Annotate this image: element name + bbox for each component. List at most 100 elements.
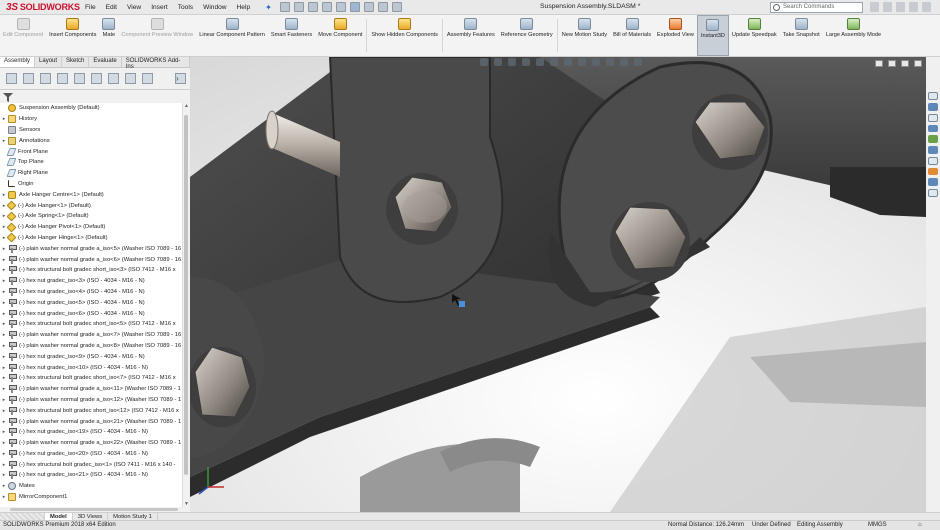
expand-arrow-icon[interactable]: ▸ [0, 278, 8, 284]
tree-item[interactable]: ▸ (-) hex nut gradec_iso<9> (ISO - 4034 -… [0, 351, 182, 362]
viewport-close-icon[interactable] [914, 60, 922, 67]
expand-arrow-icon[interactable]: ▸ [0, 397, 8, 403]
edit-appearance-icon[interactable] [592, 58, 600, 66]
hscroll-thumb[interactable] [10, 508, 178, 511]
tab-evaluate[interactable]: Evaluate [89, 57, 122, 67]
scrollbar-thumb[interactable] [184, 115, 188, 475]
configuration-manager-icon[interactable] [40, 73, 51, 84]
view-palette-icon[interactable] [928, 124, 938, 133]
display-manager-icon[interactable] [74, 73, 85, 84]
select-icon[interactable] [349, 2, 360, 12]
expand-arrow-icon[interactable]: ▸ [0, 451, 8, 457]
tree-item[interactable]: ▸ Axle Hanger Centre<1> (Default) [0, 189, 182, 200]
bolt-head-right-lower[interactable] [610, 202, 690, 282]
tree-item[interactable]: ▸ (-) hex nut gradec_iso<10> (ISO - 4034 … [0, 362, 182, 373]
previous-view-icon[interactable] [508, 58, 516, 66]
dimxpert-icon[interactable] [57, 73, 68, 84]
settings-icon[interactable] [928, 189, 938, 197]
exploded-view-button[interactable]: Exploded View [654, 15, 697, 56]
tree-item[interactable]: ▸ (-) plain washer normal grade a_iso<8> … [0, 341, 182, 352]
expand-arrow-icon[interactable]: ▸ [0, 386, 8, 392]
solidworks-resources-icon[interactable] [928, 92, 938, 100]
menu-file[interactable]: File [80, 4, 101, 11]
view-settings-icon[interactable] [620, 58, 628, 66]
cam-icon[interactable] [91, 73, 102, 84]
menu-tools[interactable]: Tools [173, 4, 198, 11]
solidworks-forum-icon[interactable] [928, 156, 938, 165]
tree-item[interactable]: Sensors [0, 125, 182, 136]
new-motion-study-button[interactable]: New Motion Study [559, 15, 610, 56]
tree-item[interactable]: ▸ (-) Axle Hanger Hinge<1> (Default) [0, 233, 182, 244]
hide-show-items-icon[interactable] [578, 58, 586, 66]
move-component-button[interactable]: Move Component [315, 15, 365, 56]
expand-arrow-icon[interactable]: ▸ [0, 429, 8, 435]
section-view-icon[interactable] [522, 58, 530, 66]
view-orientation-icon[interactable] [550, 58, 558, 66]
tree-item[interactable]: ▸ (-) hex nut gradec_iso<4> (ISO - 4034 -… [0, 287, 182, 298]
solidworks-logo[interactable]: 3S SOLIDWORKS [0, 0, 80, 15]
tree-item[interactable]: ▸ (-) hex nut gradec_iso<3> (ISO - 4034 -… [0, 276, 182, 287]
filter-icon[interactable] [3, 93, 13, 102]
display-style-icon[interactable] [564, 58, 572, 66]
tab-addins[interactable]: SOLIDWORKS Add-Ins [122, 57, 190, 70]
tree-item[interactable]: ▸ (-) plain washer normal grade a_iso<7> … [0, 330, 182, 341]
tree-item[interactable]: ▸ Annotations [0, 135, 182, 146]
tree-item[interactable]: Front Plane [0, 146, 182, 157]
appearances-icon[interactable] [928, 135, 938, 143]
cam-tools-icon[interactable] [125, 73, 136, 84]
component-preview-window-button[interactable]: Component Preview Window [118, 15, 196, 56]
expand-arrow-icon[interactable]: ▸ [0, 138, 8, 144]
tree-item[interactable]: ▸ (-) hex structural bolt gradec short_is… [0, 405, 182, 416]
tree-item[interactable]: ▸ (-) hex nut gradec_iso<6> (ISO - 4034 -… [0, 308, 182, 319]
expand-arrow-icon[interactable]: ▸ [0, 246, 8, 252]
tree-item[interactable]: ▸ (-) hex structural bolt gradec short_is… [0, 319, 182, 330]
tree-item[interactable]: ▸ (-) hex nut gradec_iso<19> (ISO - 4034 … [0, 427, 182, 438]
design-library-icon[interactable] [928, 102, 938, 111]
monitor-icon[interactable] [634, 58, 642, 66]
cam-operations-icon[interactable] [108, 73, 119, 84]
dynamic-annotation-icon[interactable] [536, 58, 544, 66]
expand-arrow-icon[interactable]: ▸ [0, 332, 8, 338]
tree-item[interactable]: Suspension Assembly (Default) [0, 103, 182, 114]
expand-arrow-icon[interactable]: ▸ [0, 116, 8, 122]
expand-arrow-icon[interactable]: ▸ [0, 375, 8, 381]
minimize-icon[interactable] [896, 2, 905, 12]
insert-components-button[interactable]: Insert Components [46, 15, 99, 56]
zoom-to-fit-icon[interactable] [480, 58, 488, 66]
assembly-features-button[interactable]: Assembly Features [444, 15, 498, 56]
tab-sketch[interactable]: Sketch [62, 57, 90, 67]
tree-item[interactable]: ▸ (-) hex structural bolt gradec_iso<1> (… [0, 459, 182, 470]
bill-of-materials-button[interactable]: Bill of Materials [610, 15, 654, 56]
menu-window[interactable]: Window [198, 4, 231, 11]
expand-arrow-icon[interactable]: ▸ [0, 289, 8, 295]
menu-insert[interactable]: Insert [146, 4, 173, 11]
tree-item[interactable]: ▸ (-) plain washer normal grade a_iso<5> … [0, 243, 182, 254]
tree-item[interactable]: ▸ (-) hex nut gradec_iso<20> (ISO - 4034 … [0, 449, 182, 460]
expand-arrow-icon[interactable]: ▸ [0, 192, 8, 198]
viewport-maximize-icon[interactable] [901, 60, 909, 67]
menu-help[interactable]: Help [232, 4, 256, 11]
viewport-minimize-icon[interactable] [875, 60, 883, 67]
search-commands-input[interactable]: Search Commands [770, 2, 863, 13]
reference-geometry-button[interactable]: Reference Geometry [498, 15, 556, 56]
expand-arrow-icon[interactable]: ▸ [0, 257, 8, 263]
tree-item[interactable]: ▸ (-) plain washer normal grade a_iso<21>… [0, 416, 182, 427]
take-snapshot-button[interactable]: Take Snapshot [780, 15, 823, 56]
tree-item[interactable]: ▸ (-) Axle Hanger Pivot<1> (Default) [0, 222, 182, 233]
help-icon[interactable] [870, 2, 879, 12]
tree-item[interactable]: ▸ (-) hex structural bolt gradec short_is… [0, 373, 182, 384]
file-explorer-icon[interactable] [928, 113, 938, 122]
new-icon[interactable] [279, 2, 290, 12]
bolt-head-left[interactable] [190, 346, 256, 427]
cam-manager-icon[interactable] [142, 73, 153, 84]
status-units[interactable]: MMGS [868, 521, 887, 530]
large-assembly-mode-button[interactable]: Large Assembly Mode [823, 15, 884, 56]
edit-component-button[interactable]: Edit Component [0, 15, 46, 56]
pin-icon[interactable]: ✦ [265, 3, 272, 12]
expand-arrow-icon[interactable]: ▸ [0, 440, 8, 446]
zoom-area-icon[interactable] [494, 58, 502, 66]
expand-arrow-icon[interactable]: ▸ [0, 494, 8, 500]
instant3d-button[interactable]: Instant3D [696, 15, 729, 56]
expand-arrow-icon[interactable]: ▸ [0, 343, 8, 349]
smart-fasteners-button[interactable]: Smart Fasteners [268, 15, 315, 56]
